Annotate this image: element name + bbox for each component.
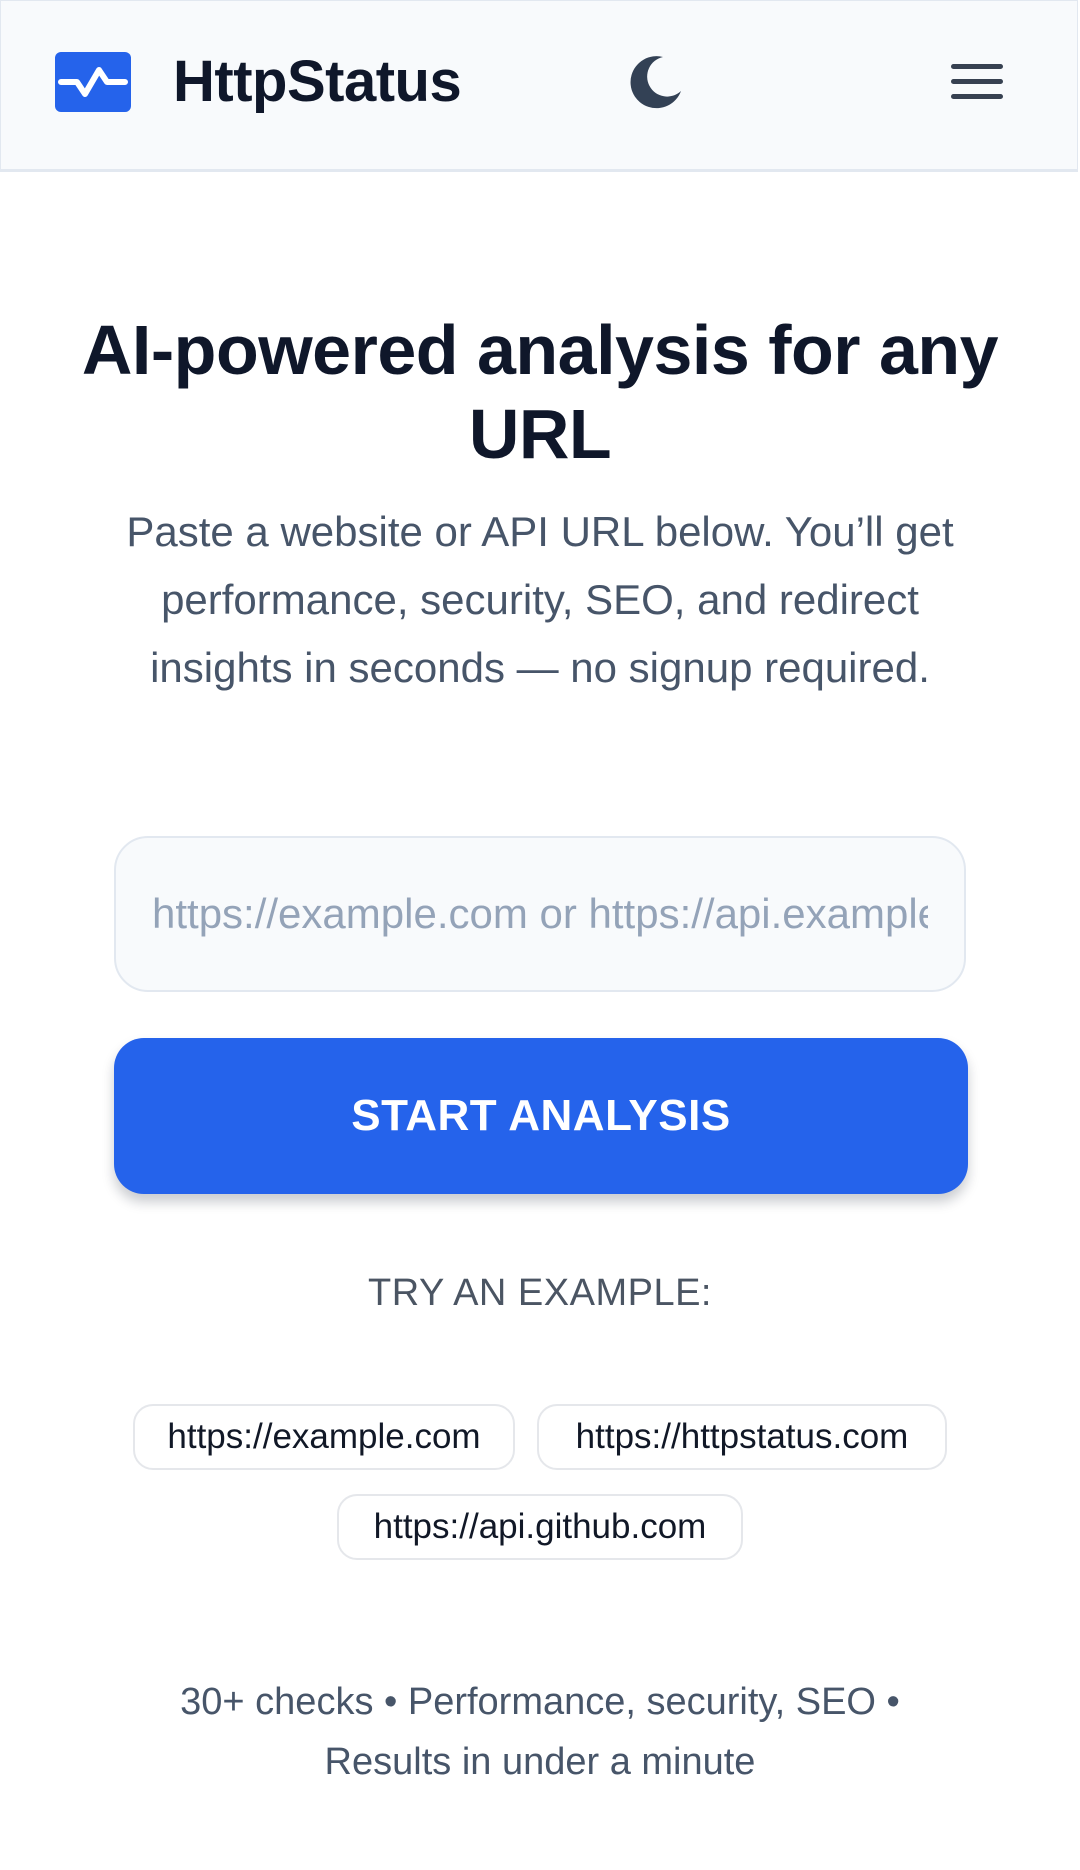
example-chip-httpstatus-com[interactable]: https://httpstatus.com (537, 1404, 947, 1470)
top-nav-bar: HttpStatus (0, 0, 1078, 172)
activity-pulse-icon[interactable] (55, 52, 131, 112)
example-chip-example-com[interactable]: https://example.com (133, 1404, 515, 1470)
theme-toggle-button[interactable] (623, 51, 687, 115)
moon-icon (630, 56, 681, 109)
page-title: AI-powered analysis for any URL (81, 311, 999, 473)
example-chip-api-github-com[interactable]: https://api.github.com (337, 1494, 743, 1560)
brand-name[interactable]: HttpStatus (173, 47, 462, 117)
menu-button[interactable] (949, 59, 1005, 105)
examples-label: TRY AN EXAMPLE: (367, 1272, 712, 1314)
page-subtitle: Paste a website or API URL below. You’ll… (126, 508, 954, 691)
hamburger-menu-icon (951, 64, 1003, 99)
url-input[interactable] (114, 836, 966, 992)
features-summary: 30+ checks • Performance, security, SEO … (180, 1681, 900, 1783)
start-analysis-button[interactable]: START ANALYSIS (114, 1038, 968, 1194)
